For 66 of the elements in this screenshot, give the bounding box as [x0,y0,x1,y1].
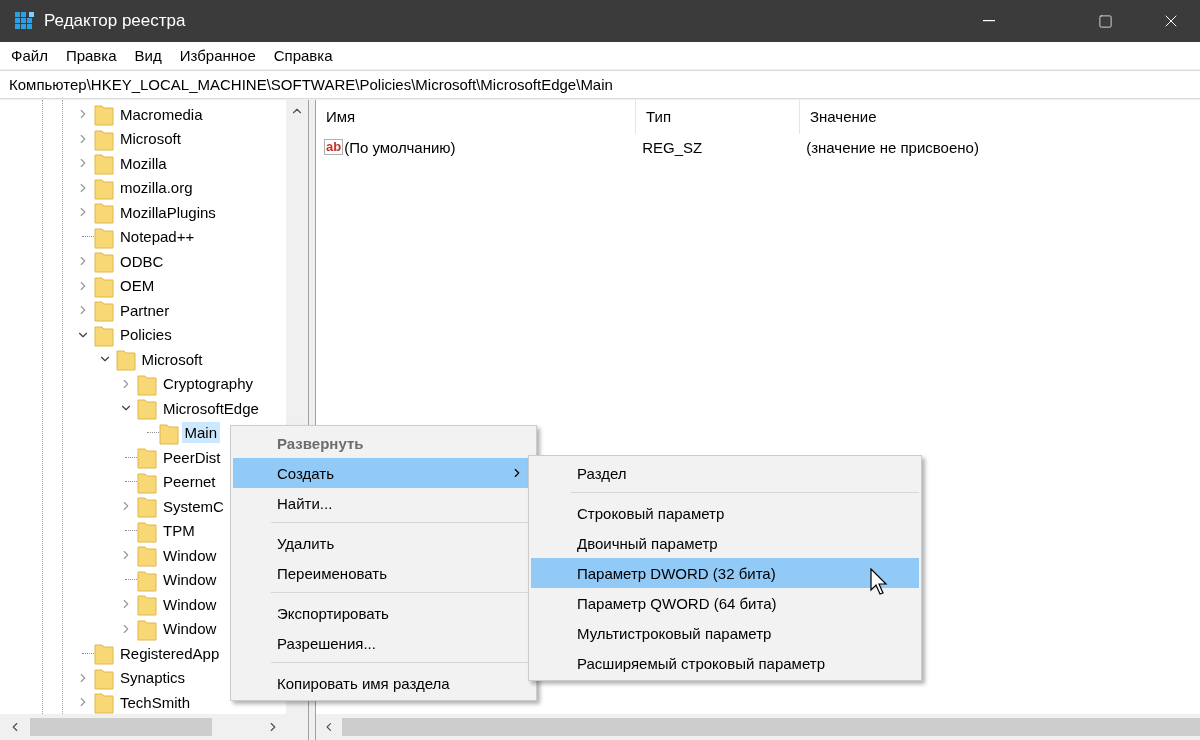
menu-bar-item[interactable]: Справка [264,44,342,67]
tree-item[interactable]: Macromedia [117,103,206,125]
menu-bar-item[interactable]: Избранное [170,44,265,67]
tree-item[interactable]: Synaptics [117,667,189,689]
tree-item[interactable]: Main [181,422,220,444]
menu-item[interactable]: Расширяемый строковый параметр [531,648,919,678]
tree-item[interactable]: Policies [117,324,175,346]
string-value-icon: ab [324,139,344,155]
menu-item[interactable]: Параметр QWORD (64 бита) [531,588,919,618]
menu-item[interactable]: Строковый параметр [531,498,919,528]
folder-icon [137,543,157,568]
tree-item[interactable]: SystemC [160,495,227,517]
mouse-pointer-icon [870,568,890,596]
menu-item[interactable]: Параметр DWORD (32 бита) [531,558,919,588]
menu-item[interactable]: Раздел [531,458,919,488]
address-bar[interactable]: Компьютер\HKEY_LOCAL_MACHINE\SOFTWARE\Policies\Microsoft\MicrosoftEdge\Main [0,70,1200,99]
tree-item[interactable]: mozilla.org [117,177,196,199]
tree-item[interactable]: Window [160,593,220,615]
tree-item[interactable]: Window [160,544,220,566]
tree-item[interactable]: TPM [160,520,198,542]
horizontal-scrollbar[interactable] [316,714,1200,740]
folder-icon [137,445,157,470]
tree-item[interactable]: Window [160,618,220,640]
folder-icon [115,347,136,372]
menu-item[interactable]: Копировать имя раздела [233,668,534,698]
folder-icon [94,151,114,176]
menu-bar-item[interactable]: Файл [2,44,57,67]
value-type: REG_SZ [641,138,704,156]
folder-icon [94,102,114,127]
folder-icon [94,298,114,323]
registry-icon [14,11,34,31]
folder-icon [137,494,157,519]
value-data: (значение не присвоено) [805,138,980,156]
folder-icon [94,249,114,274]
menu-item[interactable]: Двоичный параметр [531,528,919,558]
minimize-icon [983,20,995,22]
tree-item[interactable]: Notepad++ [117,226,198,248]
tree-item[interactable]: Peernet [160,471,219,493]
menu-bar-item[interactable]: Правка [56,44,126,67]
tree-item[interactable]: Microsoft [138,348,206,370]
column-header[interactable]: Имя [316,100,636,134]
tree-item[interactable]: PeerDist [160,446,224,468]
tree-item[interactable]: RegisteredApp [117,642,223,664]
column-header[interactable]: Значение [800,100,1200,134]
tree-item[interactable]: Window [160,569,220,591]
tree-item[interactable]: OEM [117,275,158,297]
tree-item[interactable]: TechSmith [117,691,194,713]
horizontal-scrollbar[interactable] [0,714,308,740]
tree-item[interactable]: MicrosoftEdge [160,397,262,419]
folder-icon [137,592,157,617]
menu-item[interactable]: Мультистроковый параметр [531,618,919,648]
tree-item[interactable]: Mozilla [117,152,170,174]
folder-icon [137,396,157,421]
tree-item[interactable]: Partner [117,299,173,321]
tree-item[interactable]: Cryptography [160,373,257,395]
value-name[interactable]: (По умолчанию) [344,138,633,156]
tree-item[interactable]: Microsoft [117,128,184,150]
folder-icon [94,641,114,666]
window-title: Редактор реестра [44,11,186,31]
menu-bar-item[interactable]: Вид [125,44,171,67]
folder-icon [94,200,114,225]
folder-icon [94,690,114,714]
maximize-icon [1097,13,1113,29]
tree-item[interactable]: ODBC [117,250,167,272]
column-header[interactable]: Тип [636,100,800,134]
tree-item[interactable]: MozillaPlugins [117,201,219,223]
